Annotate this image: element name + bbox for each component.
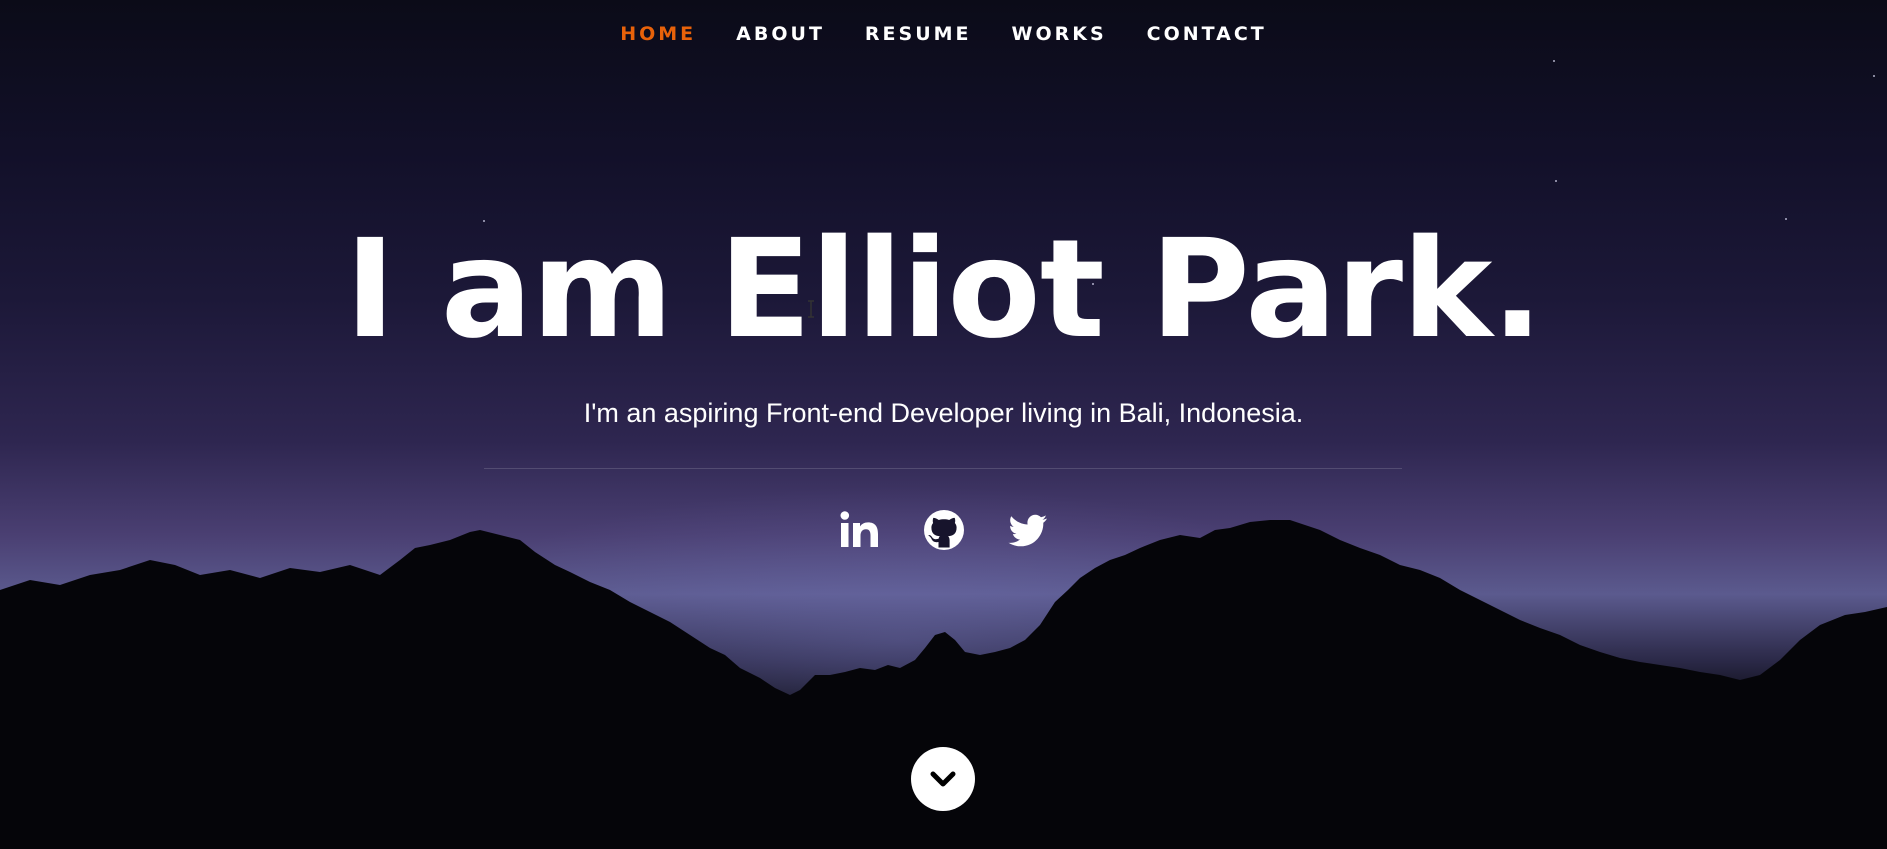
nav-works[interactable]: WORKS: [1012, 23, 1107, 45]
divider: [484, 468, 1402, 469]
github-icon: [923, 510, 964, 550]
linkedin-icon: [840, 511, 878, 547]
nav-resume[interactable]: RESUME: [865, 23, 972, 45]
hero-subtitle: I'm an aspiring Front-end Developer livi…: [583, 398, 1304, 428]
chevron-down-icon: [930, 771, 956, 787]
nav-about[interactable]: ABOUT: [736, 23, 825, 45]
twitter-link[interactable]: [1006, 508, 1050, 552]
social-links: [0, 508, 1887, 552]
linkedin-link[interactable]: [838, 508, 882, 552]
github-link[interactable]: [922, 508, 966, 552]
hero-section: HOME ABOUT RESUME WORKS CONTACT I am Ell…: [0, 0, 1887, 849]
scroll-down-button[interactable]: [911, 747, 975, 811]
hero-headline: I am Elliot Park.: [344, 211, 1543, 369]
main-nav: HOME ABOUT RESUME WORKS CONTACT: [0, 0, 1887, 68]
nav-contact[interactable]: CONTACT: [1147, 23, 1267, 45]
twitter-icon: [1008, 514, 1047, 547]
nav-home[interactable]: HOME: [620, 23, 696, 45]
